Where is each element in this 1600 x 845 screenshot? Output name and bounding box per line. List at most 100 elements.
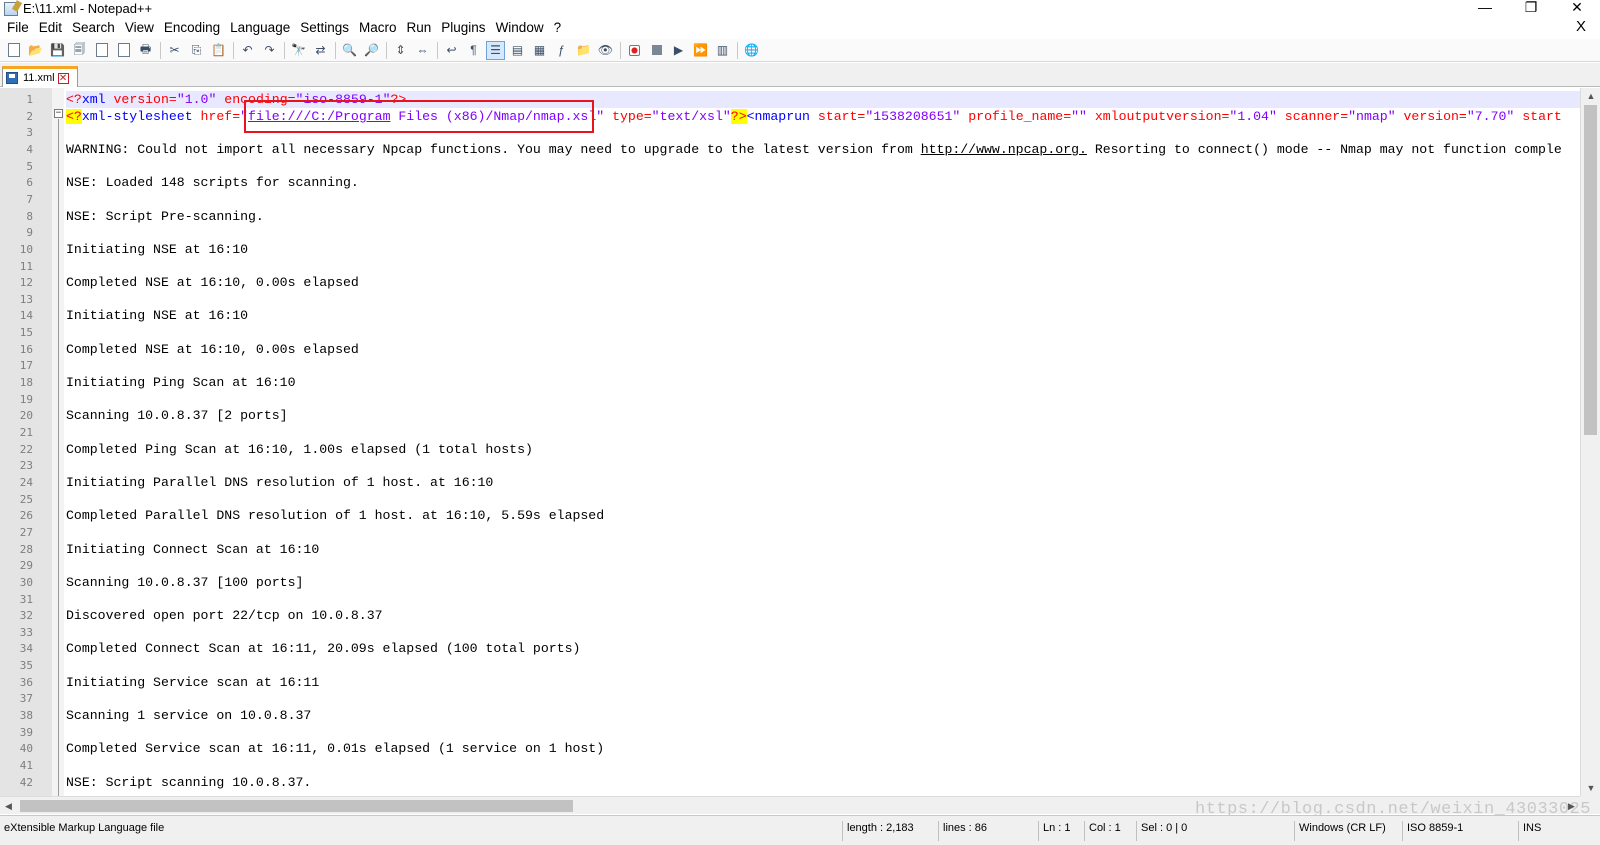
paste-icon[interactable]: 📋 <box>209 41 228 60</box>
status-selection: Sel : 0 | 0 <box>1136 821 1294 841</box>
horizontal-scrollbar[interactable]: ◀ ▶ <box>0 796 1580 814</box>
maximize-button[interactable]: ❐ <box>1508 0 1554 17</box>
close-button[interactable]: ✕ <box>1554 0 1600 17</box>
notepad-plus-plus-icon <box>4 1 18 16</box>
close-document-button[interactable]: X <box>1576 18 1586 35</box>
line-number: 12 <box>19 276 33 290</box>
token-value: "iso-8859-1" <box>295 92 391 107</box>
token-pi-close: ?> <box>390 92 407 107</box>
folder-as-workspace-icon[interactable]: 📁 <box>574 41 593 60</box>
menu-window[interactable]: Window <box>491 19 549 37</box>
zoom-in-icon[interactable]: 🔍 <box>340 41 359 60</box>
title-bar: E:\11.xml - Notepad++ — ❐ ✕ <box>0 0 1600 17</box>
line-number-gutter: 1 2 3 4 5 6 7 8 9 10 11 12 13 14 15 16 17 18 19 20 21 22 23 24 2… <box>0 88 58 814</box>
npcap-url-link[interactable]: http://www.npcap.org. <box>921 142 1087 157</box>
status-lines: lines : 86 <box>938 821 1038 841</box>
open-file-icon[interactable]: 📂 <box>26 41 45 60</box>
sync-horizontal-icon[interactable]: ⇔ <box>413 41 432 60</box>
run-macro-multiple-icon[interactable]: ⏩ <box>691 41 710 60</box>
line-number: 24 <box>19 475 33 489</box>
print-icon[interactable]: 🖶 <box>136 41 155 60</box>
minimize-button[interactable]: — <box>1462 0 1508 17</box>
scroll-down-icon[interactable]: ▼ <box>1581 780 1600 796</box>
monitoring-icon[interactable]: 👁 <box>596 41 615 60</box>
line-number: 23 <box>19 459 33 473</box>
menu-help[interactable]: ? <box>549 19 567 37</box>
scroll-right-icon[interactable]: ▶ <box>1563 797 1580 815</box>
scroll-left-icon[interactable]: ◀ <box>0 797 17 815</box>
indent-guide-icon[interactable]: ☰ <box>486 40 505 60</box>
line-number: 10 <box>19 242 33 256</box>
line-number: 41 <box>19 759 33 772</box>
tab-close-icon[interactable]: ✕ <box>57 72 69 84</box>
playback-macro-icon[interactable]: ▶ <box>669 41 688 60</box>
line-number: 9 <box>26 226 33 240</box>
toolbar-separator <box>284 41 285 59</box>
menu-edit[interactable]: Edit <box>34 19 67 37</box>
code-line: Initiating NSE at 16:10 <box>66 308 249 324</box>
record-macro-icon[interactable] <box>625 41 644 60</box>
vertical-scroll-thumb[interactable] <box>1584 105 1597 435</box>
redo-icon[interactable]: ↷ <box>260 41 279 60</box>
line-number: 13 <box>19 292 33 306</box>
line-number: 27 <box>19 525 33 539</box>
editor[interactable]: 1 2 3 4 5 6 7 8 9 10 11 12 13 14 15 16 17 18 19 20 21 22 23 24 2… <box>0 88 1600 814</box>
menu-run[interactable]: Run <box>402 19 437 37</box>
new-file-icon[interactable] <box>4 41 23 60</box>
zoom-out-icon[interactable]: 🔎 <box>362 41 381 60</box>
save-macro-icon[interactable]: ▥ <box>713 41 732 60</box>
line-number: 25 <box>19 492 33 506</box>
token-value: "nmap" <box>1348 109 1396 124</box>
token-attr: href= <box>192 109 241 124</box>
undo-icon[interactable]: ↶ <box>238 41 257 60</box>
code-line-1: <?xml version="1.0" encoding="iso-8859-1… <box>66 91 1580 108</box>
code-line: Completed NSE at 16:10, 0.00s elapsed <box>66 341 359 357</box>
code-line: Discovered open port 22/tcp on 10.0.8.37 <box>66 608 383 624</box>
status-encoding: ISO 8859-1 <box>1402 821 1518 841</box>
menu-view[interactable]: View <box>120 19 159 37</box>
token-pi-close: ?> <box>730 109 747 124</box>
tab-bar: 11.xml ✕ <box>0 63 1600 87</box>
status-eol: Windows (CR LF) <box>1294 821 1402 841</box>
vertical-scrollbar[interactable]: ▲ ▼ <box>1580 88 1600 796</box>
cut-icon[interactable]: ✂ <box>165 41 184 60</box>
function-list-icon[interactable]: ƒ <box>552 41 571 60</box>
close-file-icon[interactable] <box>92 41 111 60</box>
line-number: 4 <box>26 142 33 156</box>
close-all-icon[interactable] <box>114 41 133 60</box>
show-all-characters-icon[interactable]: ¶ <box>464 41 483 60</box>
tab-11-xml[interactable]: 11.xml ✕ <box>2 66 78 87</box>
line-number: 31 <box>19 592 33 606</box>
replace-icon[interactable]: ⇄ <box>311 41 330 60</box>
status-file-type: eXtensible Markup Language file <box>4 822 165 834</box>
horizontal-scroll-thumb[interactable] <box>20 800 573 812</box>
menu-language[interactable]: Language <box>225 19 295 37</box>
user-defined-language-icon[interactable]: ▤ <box>508 41 527 60</box>
menu-settings[interactable]: Settings <box>295 19 354 37</box>
token-attr: start <box>1514 109 1562 124</box>
word-wrap-icon[interactable]: ↩ <box>442 41 461 60</box>
line-number: 26 <box>19 509 33 523</box>
sync-vertical-icon[interactable]: ⇕ <box>391 41 410 60</box>
menu-macro[interactable]: Macro <box>354 19 402 37</box>
save-icon[interactable]: 💾 <box>48 41 67 60</box>
document-map-icon[interactable]: ▦ <box>530 41 549 60</box>
token-file-link[interactable]: file:///C:/Program <box>248 109 390 124</box>
save-all-icon[interactable]: 🗐 <box>70 41 89 60</box>
warning-text: Resorting to connect() mode -- Nmap may … <box>1086 142 1562 157</box>
token-attr: version= <box>105 92 177 107</box>
fold-collapse-icon[interactable]: − <box>54 109 63 118</box>
code-line: Scanning 1 service on 10.0.8.37 <box>66 708 312 724</box>
menu-file[interactable]: File <box>2 19 34 37</box>
code-area[interactable]: <?xml version="1.0" encoding="iso-8859-1… <box>66 88 1580 794</box>
find-icon[interactable]: 🔭 <box>289 41 308 60</box>
status-line: Ln : 1 <box>1038 821 1084 841</box>
menu-search[interactable]: Search <box>67 19 120 37</box>
scroll-up-icon[interactable]: ▲ <box>1581 88 1600 104</box>
menu-plugins[interactable]: Plugins <box>436 19 490 37</box>
stop-recording-icon[interactable] <box>647 41 666 60</box>
line-number: 11 <box>19 259 33 273</box>
copy-icon[interactable]: ⎘ <box>187 41 206 60</box>
launch-in-browser-icon[interactable]: 🌐 <box>742 41 761 60</box>
menu-encoding[interactable]: Encoding <box>159 19 225 37</box>
